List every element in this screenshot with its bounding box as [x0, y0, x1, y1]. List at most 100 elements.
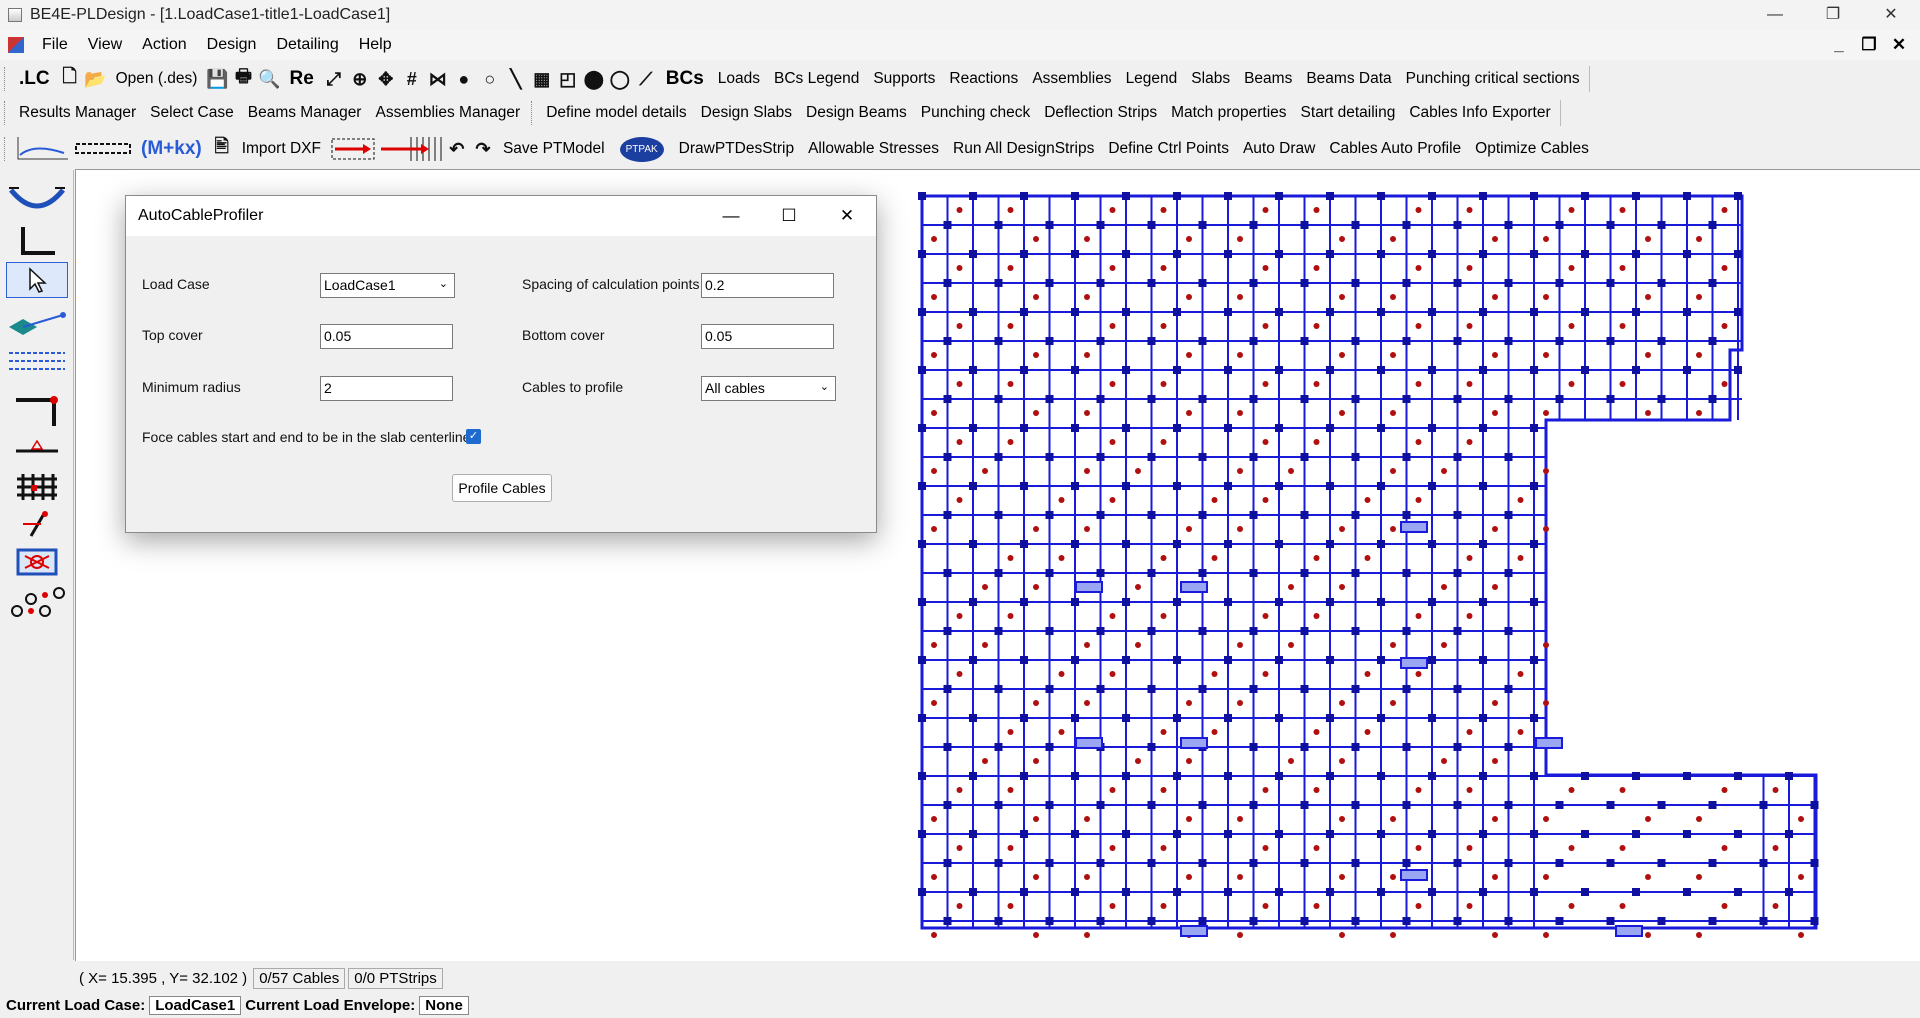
- run-all-design-strips-button[interactable]: Run All DesignStrips: [946, 140, 1101, 158]
- ptpak-logo[interactable]: PTPAK: [619, 136, 664, 162]
- reactions-button[interactable]: Reactions: [942, 70, 1025, 88]
- minimize-button[interactable]: —: [1746, 0, 1804, 30]
- select-pointer-icon[interactable]: [6, 262, 68, 298]
- lc-button[interactable]: .LC: [12, 68, 57, 90]
- define-model-details-button[interactable]: Define model details: [539, 104, 693, 122]
- tendon-grid-icon[interactable]: [378, 136, 444, 162]
- print-preview-icon[interactable]: 🔍: [256, 66, 282, 92]
- spacing-input[interactable]: 0.2: [701, 273, 834, 298]
- circle-node-icon[interactable]: ○: [477, 66, 503, 92]
- bottom-cover-input[interactable]: 0.05: [701, 324, 834, 349]
- pan-icon[interactable]: ✥: [373, 66, 399, 92]
- beams-manager-button[interactable]: Beams Manager: [241, 104, 369, 122]
- design-slabs-button[interactable]: Design Slabs: [694, 104, 799, 122]
- support-tool-icon[interactable]: [6, 428, 68, 464]
- mdi-minimize-button[interactable]: _: [1824, 35, 1854, 55]
- auto-draw-button[interactable]: Auto Draw: [1236, 140, 1322, 158]
- menu-design[interactable]: Design: [197, 36, 267, 54]
- open-folder-icon[interactable]: 📂: [83, 66, 109, 92]
- grid-icon[interactable]: #: [399, 66, 425, 92]
- slabs-button[interactable]: Slabs: [1184, 70, 1237, 88]
- menu-detailing[interactable]: Detailing: [266, 36, 348, 54]
- min-radius-input[interactable]: 2: [320, 376, 453, 401]
- column-section-icon[interactable]: [6, 393, 68, 429]
- beam-tool-icon[interactable]: ⟋: [633, 66, 659, 92]
- open-des-button[interactable]: Open (.des): [109, 70, 205, 88]
- menu-file[interactable]: File: [32, 36, 78, 54]
- zoom-extents-icon[interactable]: ⤢: [321, 66, 347, 92]
- supports-button[interactable]: Supports: [866, 70, 942, 88]
- dialog-maximize-button[interactable]: ☐: [760, 196, 818, 236]
- save-icon[interactable]: 💾: [204, 66, 230, 92]
- app-menu-icon[interactable]: [8, 37, 24, 53]
- assemblies-button[interactable]: Assemblies: [1025, 70, 1118, 88]
- opening-tool-icon[interactable]: [6, 544, 68, 580]
- menu-help[interactable]: Help: [349, 36, 402, 54]
- cables-info-exporter-button[interactable]: Cables Info Exporter: [1402, 104, 1557, 122]
- line-tool-icon[interactable]: ╲: [503, 66, 529, 92]
- moment-formula-button[interactable]: (M+kx): [134, 138, 209, 160]
- draw-pt-des-strip-button[interactable]: DrawPTDesStrip: [672, 140, 801, 158]
- curve-profile-icon[interactable]: [12, 136, 72, 162]
- import-dxf-button[interactable]: Import DXF: [235, 140, 328, 158]
- columns-cluster-icon[interactable]: [6, 584, 68, 620]
- maximize-button[interactable]: ❐: [1804, 0, 1862, 30]
- frame-tool-icon[interactable]: ◰: [555, 66, 581, 92]
- axes-tool-icon[interactable]: [6, 223, 68, 259]
- redraw-button[interactable]: Re: [282, 68, 320, 90]
- zoom-window-icon[interactable]: ⊕: [347, 66, 373, 92]
- strip-icon[interactable]: [72, 136, 134, 162]
- mdi-close-button[interactable]: ✕: [1884, 35, 1914, 55]
- assemblies-manager-button[interactable]: Assemblies Manager: [368, 104, 527, 122]
- loads-button[interactable]: Loads: [711, 70, 767, 88]
- results-manager-button[interactable]: Results Manager: [12, 104, 143, 122]
- punching-critical-sections-button[interactable]: Punching critical sections: [1399, 70, 1587, 88]
- node-icon[interactable]: ●: [451, 66, 477, 92]
- import-dxf-icon[interactable]: 🖹: [209, 136, 235, 162]
- cables-to-profile-select[interactable]: All cables ⌄: [701, 376, 836, 401]
- bcs-button[interactable]: BCs: [659, 68, 711, 90]
- deflection-strips-button[interactable]: Deflection Strips: [1037, 104, 1164, 122]
- profile-cables-button[interactable]: Profile Cables: [452, 474, 552, 502]
- table-tool-icon[interactable]: ▦: [529, 66, 555, 92]
- legend-button[interactable]: Legend: [1119, 70, 1185, 88]
- undo-icon[interactable]: ↶: [444, 136, 470, 162]
- tendon-arrow-icon[interactable]: [328, 136, 378, 162]
- optimize-cables-button[interactable]: Optimize Cables: [1468, 140, 1596, 158]
- start-detailing-button[interactable]: Start detailing: [1294, 104, 1403, 122]
- top-cover-input[interactable]: 0.05: [320, 324, 453, 349]
- mesh-grid-icon[interactable]: [6, 468, 68, 504]
- strips-tool-icon[interactable]: [6, 343, 68, 379]
- filled-node-icon[interactable]: ⬤: [581, 66, 607, 92]
- dialog-minimize-button[interactable]: —: [702, 196, 760, 236]
- load-case-select[interactable]: LoadCase1 ⌄: [320, 273, 455, 298]
- beams-data-button[interactable]: Beams Data: [1299, 70, 1398, 88]
- cables-auto-profile-button[interactable]: Cables Auto Profile: [1322, 140, 1468, 158]
- menu-view[interactable]: View: [78, 36, 132, 54]
- dimension-icon[interactable]: ⋈: [425, 66, 451, 92]
- dialog-close-button[interactable]: ✕: [818, 196, 876, 236]
- print-icon[interactable]: 🖶: [230, 66, 256, 92]
- cable-node: [1772, 787, 1779, 793]
- punching-check-button[interactable]: Punching check: [914, 104, 1037, 122]
- allowable-stresses-button[interactable]: Allowable Stresses: [801, 140, 946, 158]
- new-file-icon[interactable]: 🗋: [57, 66, 83, 92]
- beams-button[interactable]: Beams: [1237, 70, 1299, 88]
- slab-tool-icon[interactable]: [6, 304, 68, 340]
- cable-profile-tool-icon[interactable]: [6, 180, 68, 216]
- mdi-restore-button[interactable]: ❐: [1854, 35, 1884, 55]
- match-properties-button[interactable]: Match properties: [1164, 104, 1293, 122]
- force-centerline-checkbox[interactable]: ✓: [466, 429, 481, 444]
- point-load-icon[interactable]: [6, 506, 68, 542]
- cable-node: [1696, 816, 1702, 822]
- redo-icon[interactable]: ↷: [470, 136, 496, 162]
- cable-node: [1313, 555, 1320, 561]
- define-ctrl-points-button[interactable]: Define Ctrl Points: [1101, 140, 1236, 158]
- design-beams-button[interactable]: Design Beams: [799, 104, 914, 122]
- hollow-node-icon[interactable]: ◯: [607, 66, 633, 92]
- close-button[interactable]: ✕: [1862, 0, 1920, 30]
- bcs-legend-button[interactable]: BCs Legend: [767, 70, 866, 88]
- save-ptmodel-button[interactable]: Save PTModel: [496, 140, 612, 158]
- menu-action[interactable]: Action: [132, 36, 196, 54]
- select-case-button[interactable]: Select Case: [143, 104, 241, 122]
